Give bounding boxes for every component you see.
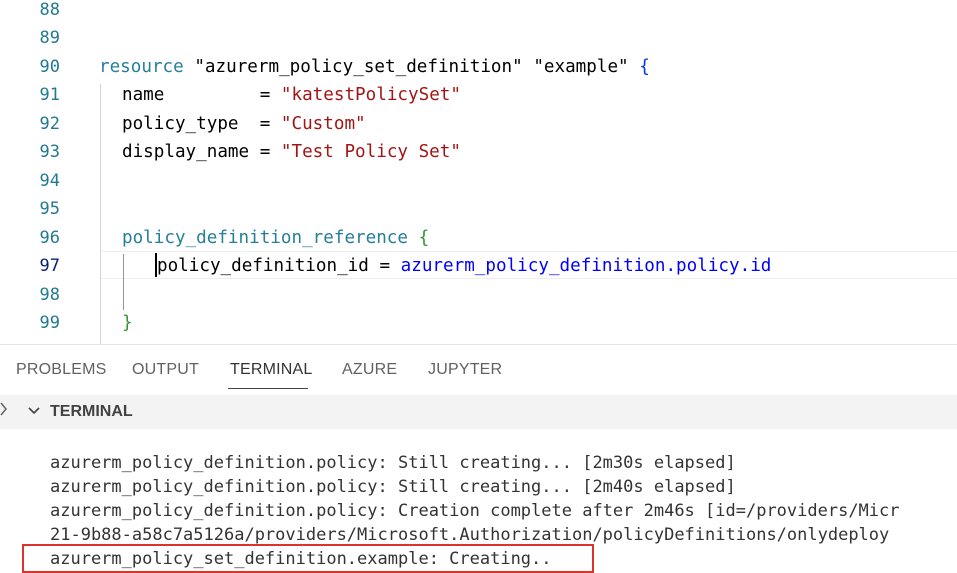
code-line-98: 98 [0,281,957,309]
tab-jupyter[interactable]: JUPYTER [428,361,502,379]
resource-keyword: resource [99,57,184,77]
attribute-key: policy_definition_id [157,256,369,276]
resource-name: "example" [533,57,629,77]
assign-operator: = [164,85,281,105]
tab-output[interactable]: OUTPUT [132,361,199,379]
chevron-down-icon[interactable] [26,403,42,419]
line-number: 92 [39,114,60,134]
line-number: 98 [39,285,60,305]
code-line-89: 89 [0,24,957,52]
annotation-highlight-box [22,544,594,573]
code-text: policy_definition_id = azurerm_policy_de… [157,252,771,280]
attribute-key: name [122,85,165,105]
tab-terminal[interactable]: TERMINAL [230,361,313,379]
line-number: 95 [39,199,60,219]
bottom-panel: PROBLEMS OUTPUT TERMINAL AZURE JUPYTER T… [0,344,957,573]
terminal-line: azurerm_policy_definition.policy: Still … [50,477,736,497]
line-number: 93 [39,142,60,162]
assign-operator: = [368,256,401,276]
code-line-94: 94 [0,167,957,195]
code-text: policy_definition_reference { [122,224,429,252]
line-number: 94 [39,171,60,191]
code-line-92: 92 policy_type = "Custom" [0,110,957,138]
code-line-90: 90 resource "azurerm_policy_set_definiti… [0,53,957,81]
assign-operator: = [238,114,281,134]
line-number: 99 [39,313,60,333]
panel-tab-bar: PROBLEMS OUTPUT TERMINAL AZURE JUPYTER [0,345,957,395]
line-number: 91 [39,85,60,105]
tab-problems[interactable]: PROBLEMS [16,361,107,379]
tab-azure[interactable]: AZURE [342,361,397,379]
terminal-line: azurerm_policy_definition.policy: Creati… [50,501,900,521]
assign-operator: = [249,142,281,162]
resource-type: "azurerm_policy_set_definition" [194,57,523,77]
line-number: 96 [39,228,60,248]
line-number: 88 [39,0,60,20]
string-value: "Test Policy Set" [280,142,461,162]
line-number: 90 [39,57,60,77]
close-brace: } [122,313,133,333]
code-line-99: 99 } [0,309,957,337]
open-brace: { [418,228,430,248]
code-line-97: 97 policy_definition_id = azurerm_policy… [0,252,957,280]
line-number: 97 [39,256,60,276]
code-line-95: 95 [0,195,957,223]
code-line-96: 96 policy_definition_reference { [0,224,957,252]
text-cursor [155,253,157,277]
code-editor[interactable]: 88 89 90 resource "azurerm_policy_set_de… [0,0,957,344]
reference-value: azurerm_policy_definition.policy.id [400,256,772,276]
code-text: resource "azurerm_policy_set_definition"… [99,53,650,81]
code-text: name = "katestPolicySet" [122,81,461,109]
line-number: 89 [39,28,60,48]
string-value: "katestPolicySet" [280,85,461,105]
string-value: "Custom" [280,114,366,134]
code-line-91: 91 name = "katestPolicySet" [0,81,957,109]
code-line-88: 88 [0,0,957,24]
code-text: policy_type = "Custom" [122,110,366,138]
code-line-93: 93 display_name = "Test Policy Set" [0,138,957,166]
chevron-right-icon[interactable] [0,399,10,419]
section-title: TERMINAL [50,403,133,420]
terminal-section-header[interactable]: TERMINAL [0,395,957,429]
attribute-key: policy_type [122,114,239,134]
block-name: policy_definition_reference [122,228,408,248]
attribute-key: display_name [122,142,250,162]
code-text: display_name = "Test Policy Set" [122,138,461,166]
active-tab-indicator [228,388,308,389]
code-text: } [122,309,133,337]
open-brace: { [639,57,650,77]
terminal-line: azurerm_policy_definition.policy: Still … [50,453,736,473]
